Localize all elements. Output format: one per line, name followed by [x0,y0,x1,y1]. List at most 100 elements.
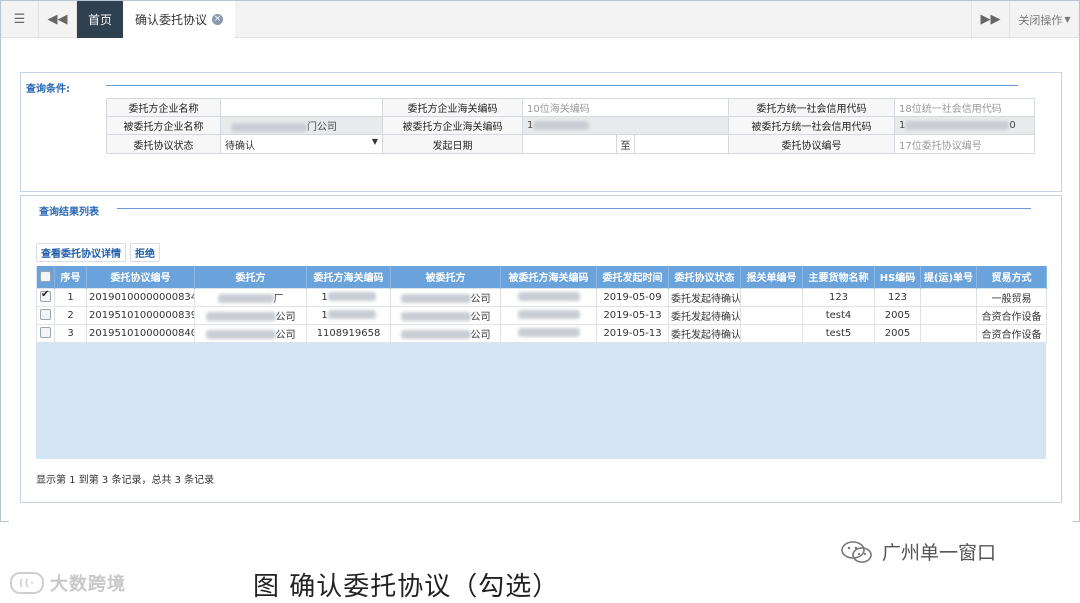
date-end-input[interactable] [635,136,728,153]
agreement-no-input[interactable]: 17位委托协议编号 [894,134,1035,154]
column-header[interactable]: 序号 [54,266,87,288]
client-credit-code-label: 委托方统一社会信用代码 [728,98,895,117]
status-select-value: 待确认 [225,140,255,152]
tab-scroll-right-icon[interactable]: ▶▶ [971,1,1009,38]
table-row[interactable]: 1 20190100000000834 厂 1 公司 2019-05-09 委托… [36,287,1047,307]
pager-info: 显示第 1 到第 3 条记录，总共 3 条记录 [36,475,215,486]
redacted-text [905,120,1010,130]
figure-caption: 图 确认委托协议（勾选） [253,572,560,602]
result-grid: 序号 委托协议编号 委托方 委托方海关编码 被委托方 被委托方海关编码 委托发起… [36,266,1047,459]
table-row[interactable]: 3 20195101000000840 公司 1108919658 公司 201… [36,323,1047,343]
menu-icon[interactable]: ☰ [1,1,39,38]
watermark-left-text: 大数跨境 [50,574,126,595]
cell-decl-no [740,305,803,325]
cell-hs: 123 [874,287,921,307]
date-label: 发起日期 [382,134,523,154]
column-header[interactable]: 主要货物名称 [802,266,875,288]
agent-code-input[interactable]: 1 [522,116,729,135]
column-header[interactable]: HS编码 [874,266,921,288]
table-header-row: 序号 委托协议编号 委托方 委托方海关编码 被委托方 被委托方海关编码 委托发起… [36,266,1047,288]
redacted-text [533,120,590,130]
result-action-row: 查看委托协议详情 拒绝 [36,243,160,262]
cell-decl-no [740,323,803,343]
app-window: ☰ ◀◀ 首页 确认委托协议 × ▶▶ 关闭操作 ▼ 查询条件: 委托方企业名称 [0,0,1080,522]
query-form-table: 委托方企业名称 委托方企业海关编码 10位海关编码 委托方统一社会信用代码 18… [106,98,1035,154]
column-header[interactable]: 报关单编号 [740,266,803,288]
agent-credit-code-suffix: 0 [1009,120,1016,131]
reject-button[interactable]: 拒绝 [130,243,160,262]
cell-agent-code [500,305,597,325]
date-range: 至 [522,134,729,154]
client-credit-code-input[interactable]: 18位统一社会信用代码 [894,98,1035,117]
select-all-checkbox[interactable] [36,266,55,288]
cell-goods: 123 [802,287,875,307]
column-header[interactable]: 委托方 [194,266,307,288]
tab-confirm-agreement[interactable]: 确认委托协议 × [123,1,235,38]
row-checkbox[interactable] [36,305,55,325]
cell-trade: 合资合作设备 [976,305,1047,325]
column-header[interactable]: 贸易方式 [976,266,1047,288]
view-detail-button[interactable]: 查看委托协议详情 [36,243,126,262]
agent-name-label: 被委托方企业名称 [106,116,221,135]
watermark-wechat: 广州单一窗口 [840,538,996,565]
date-to-label: 至 [617,135,635,153]
column-header[interactable]: 委托发起时间 [596,266,669,288]
column-header[interactable]: 委托方海关编码 [306,266,391,288]
result-panel-title: 查询结果列表 [39,207,99,218]
watermark-wechat-text: 广州单一窗口 [882,542,997,564]
cell-client-code: 1 [306,287,391,307]
result-panel: 查询结果列表 查看委托协议详情 拒绝 序号 委托协议编号 委托方 委托方海关编码… [20,195,1062,503]
cell-agent: 公司 [390,323,501,343]
top-tab-bar: ☰ ◀◀ 首页 确认委托协议 × ▶▶ 关闭操作 ▼ [1,1,1079,38]
cell-agent: 公司 [390,287,501,307]
cell-agreement-no: 20190100000000834 [86,287,195,307]
tab-scroll-left-icon[interactable]: ◀◀ [39,1,77,38]
row-checkbox[interactable] [36,323,55,343]
status-label: 委托协议状态 [106,134,221,154]
cell-bill [920,323,977,343]
cell-agreement-no: 20195101000000839 [86,305,195,325]
close-operations-label: 关闭操作 [1018,13,1063,27]
cell-seq: 3 [54,323,87,343]
row-checkbox[interactable] [36,287,55,307]
tab-confirm-agreement-label: 确认委托协议 [134,13,207,27]
close-operations-dropdown[interactable]: 关闭操作 ▼ [1009,1,1079,38]
tab-close-icon[interactable]: × [212,14,223,25]
cell-status: 委托发起待确认 [668,305,741,325]
cell-time: 2019-05-09 [596,287,669,307]
column-header[interactable]: 被委托方海关编码 [500,266,597,288]
cell-client: 公司 [194,305,307,325]
cell-hs: 2005 [874,323,921,343]
caret-down-icon: ▼ [1064,15,1071,24]
tab-home[interactable]: 首页 [77,1,123,38]
client-name-input[interactable] [220,98,383,117]
cell-client-code: 1 [306,305,391,325]
date-start-input[interactable] [524,135,617,153]
client-name-label: 委托方企业名称 [106,98,221,117]
cell-trade: 一般贸易 [976,287,1047,307]
column-header[interactable]: 委托协议编号 [86,266,195,288]
cell-hs: 2005 [874,305,921,325]
cell-agent: 公司 [390,305,501,325]
cell-client: 公司 [194,323,307,343]
agent-credit-code-input[interactable]: 10 [894,116,1035,135]
result-panel-divider [117,208,1031,209]
cell-time: 2019-05-13 [596,323,669,343]
cell-goods: test5 [802,323,875,343]
cell-trade: 合资合作设备 [976,323,1047,343]
agent-code-label: 被委托方企业海关编码 [382,116,523,135]
cell-client-code: 1108919658 [306,323,391,343]
query-panel: 查询条件: 委托方企业名称 委托方企业海关编码 10位海关编码 委托方统一社会信… [20,72,1062,223]
cell-seq: 2 [54,305,87,325]
cell-agent-code [500,323,597,343]
column-header[interactable]: 提(运)单号 [920,266,977,288]
cell-agreement-no: 20195101000000840 [86,323,195,343]
column-header[interactable]: 被委托方 [390,266,501,288]
query-panel-title: 查询条件: [26,84,70,95]
agent-name-input[interactable]: 门公司 [220,116,383,135]
table-row[interactable]: 2 20195101000000839 公司 1 公司 2019-05-13 委… [36,305,1047,325]
column-header[interactable]: 委托协议状态 [668,266,741,288]
client-code-input[interactable]: 10位海关编码 [522,98,729,117]
status-select[interactable]: 待确认 ▼ [220,134,383,154]
watermark-left: ((· 大数跨境 [10,570,126,596]
